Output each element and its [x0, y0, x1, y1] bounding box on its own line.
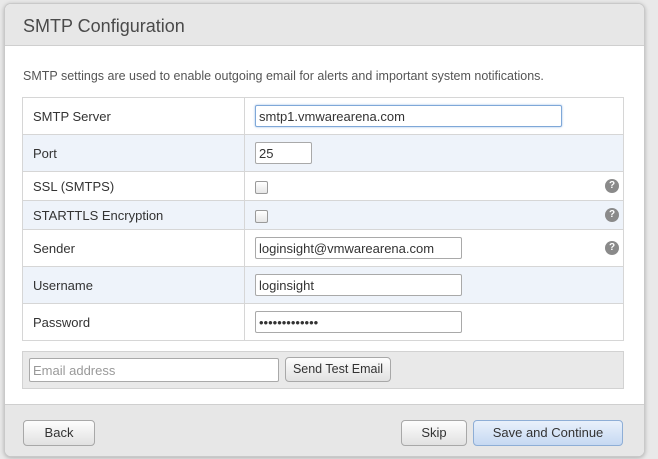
password-label: Password [22, 303, 245, 341]
smtp-configuration-dialog: SMTP Configuration SMTP settings are use… [4, 3, 645, 457]
starttls-label: STARTTLS Encryption [22, 200, 245, 230]
test-email-input[interactable] [29, 358, 279, 382]
port-label: Port [22, 134, 245, 172]
sender-help-icon[interactable]: ? [605, 241, 619, 255]
username-input[interactable] [255, 274, 462, 296]
smtp-server-label: SMTP Server [22, 97, 245, 135]
username-row: Username [22, 266, 624, 304]
username-label: Username [22, 266, 245, 304]
port-input[interactable] [255, 142, 312, 164]
password-input[interactable] [255, 311, 462, 333]
starttls-checkbox[interactable] [255, 209, 268, 223]
ssl-checkbox[interactable] [255, 180, 268, 194]
save-and-continue-button[interactable]: Save and Continue [473, 420, 623, 446]
port-row: Port [22, 134, 624, 172]
smtp-server-row: SMTP Server [22, 97, 624, 135]
sender-row: Sender ? [22, 229, 624, 267]
starttls-row: STARTTLS Encryption ? [22, 200, 624, 230]
dialog-titlebar: SMTP Configuration [5, 4, 644, 46]
skip-button[interactable]: Skip [401, 420, 467, 446]
sender-label: Sender [22, 229, 245, 267]
password-row: Password [22, 303, 624, 341]
smtp-settings-table: SMTP Server Port SSL (SMTPS) ? STARTTLS … [22, 97, 624, 341]
ssl-label: SSL (SMTPS) [22, 171, 245, 201]
sender-input[interactable] [255, 237, 462, 259]
dialog-title: SMTP Configuration [23, 16, 185, 36]
send-test-email-button[interactable]: Send Test Email [285, 357, 391, 382]
dialog-footer: Back Skip Save and Continue [5, 404, 644, 456]
dialog-description: SMTP settings are used to enable outgoin… [23, 69, 544, 83]
starttls-help-icon[interactable]: ? [605, 208, 619, 222]
smtp-server-input[interactable] [255, 105, 562, 127]
ssl-row: SSL (SMTPS) ? [22, 171, 624, 201]
back-button[interactable]: Back [23, 420, 95, 446]
test-email-bar: Send Test Email [22, 351, 624, 389]
ssl-help-icon[interactable]: ? [605, 179, 619, 193]
